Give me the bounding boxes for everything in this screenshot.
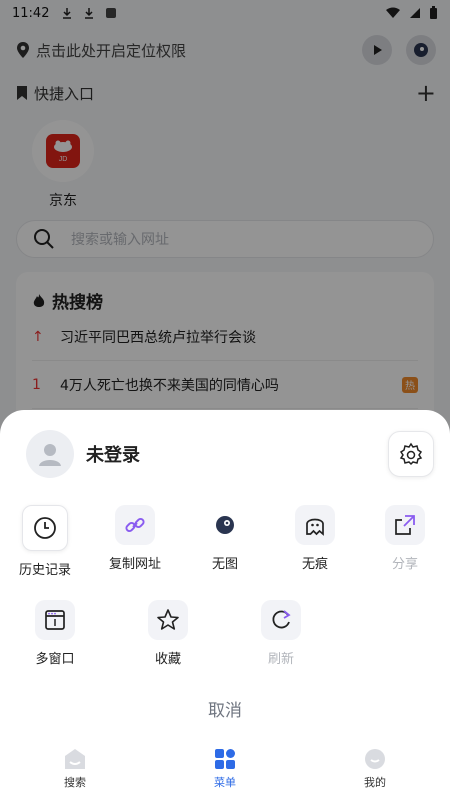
menu-sheet: 未登录 历史记录 复制网址 无图 无痕 分享 多窗口 收藏 刷新 取消 搜索 菜… (0, 410, 450, 800)
star-icon (157, 609, 179, 630)
nav-search-label: 搜索 (64, 776, 86, 789)
no-image-button[interactable]: 无图 (185, 505, 265, 572)
multi-window-icon-box (35, 600, 75, 640)
history-icon-box (22, 505, 68, 551)
copy-url-button[interactable]: 复制网址 (95, 505, 175, 572)
share-icon-box (385, 505, 425, 545)
copy-url-icon-box (115, 505, 155, 545)
nav-menu-label: 菜单 (214, 776, 236, 789)
settings-button[interactable] (388, 431, 434, 477)
menu-grid-icon (215, 749, 235, 769)
share-label: 分享 (391, 557, 418, 572)
gear-icon (399, 442, 423, 466)
nav-menu[interactable]: 菜单 (150, 748, 300, 800)
no-image-icon (216, 516, 234, 534)
history-label: 历史记录 (18, 563, 71, 578)
user-icon (39, 444, 61, 466)
profile-face-icon (365, 749, 385, 769)
avatar[interactable] (26, 430, 74, 478)
user-row[interactable]: 未登录 (26, 430, 434, 478)
incognito-button[interactable]: 无痕 (275, 505, 355, 572)
nav-profile[interactable]: 我的 (300, 748, 450, 800)
window-icon (45, 610, 65, 630)
share-icon (395, 515, 415, 535)
refresh-icon (272, 610, 291, 629)
clock-icon (34, 517, 56, 539)
link-icon (125, 517, 145, 533)
refresh-label: 刷新 (267, 652, 294, 667)
refresh-button[interactable]: 刷新 (241, 600, 321, 667)
incognito-icon-box (295, 505, 335, 545)
refresh-icon-box (261, 600, 301, 640)
favorite-button[interactable]: 收藏 (128, 600, 208, 667)
no-image-label: 无图 (211, 557, 238, 572)
nav-search[interactable]: 搜索 (0, 748, 150, 800)
bottom-nav: 搜索 菜单 我的 (0, 748, 450, 800)
home-icon (65, 749, 85, 769)
cancel-button[interactable]: 取消 (0, 696, 450, 721)
share-button[interactable]: 分享 (365, 505, 445, 572)
incognito-label: 无痕 (301, 557, 328, 572)
user-name[interactable]: 未登录 (86, 441, 140, 467)
nav-profile-label: 我的 (364, 776, 386, 789)
favorite-label: 收藏 (154, 652, 181, 667)
ghost-icon (306, 518, 324, 536)
multi-window-button[interactable]: 多窗口 (15, 600, 95, 667)
multi-window-label: 多窗口 (35, 652, 75, 667)
copy-url-label: 复制网址 (108, 557, 161, 572)
no-image-icon-box (205, 505, 245, 545)
favorite-icon-box (148, 600, 188, 640)
history-button[interactable]: 历史记录 (5, 505, 85, 578)
